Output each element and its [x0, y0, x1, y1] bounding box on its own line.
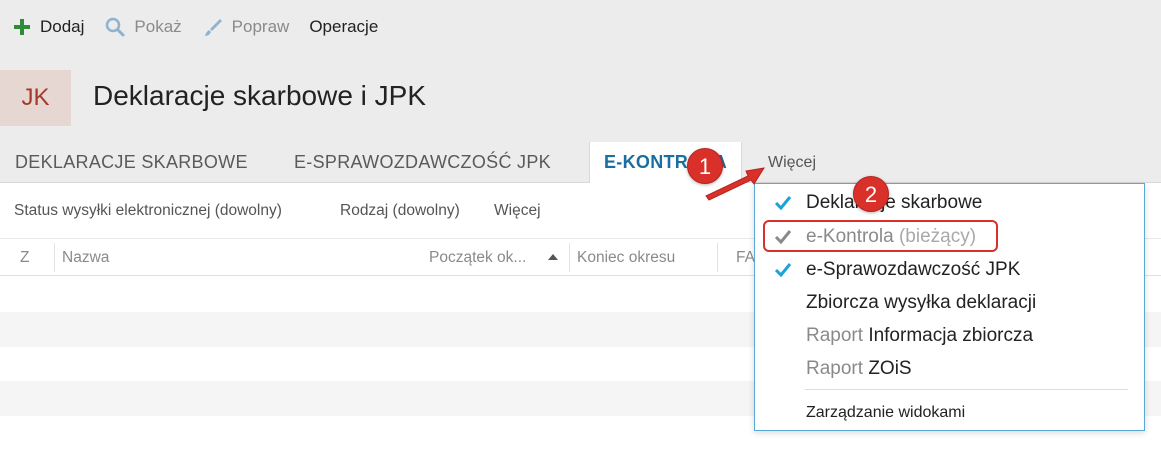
- edit-label: Popraw: [231, 17, 290, 36]
- filter-status[interactable]: Status wysyłki elektronicznej (dowolny): [14, 202, 282, 220]
- menu-item-raport-zois[interactable]: Raport ZOiS: [755, 352, 1144, 385]
- show-button[interactable]: Pokaż: [104, 16, 182, 38]
- filter-more[interactable]: Więcej: [494, 202, 541, 220]
- menu-item-prefix: Raport: [806, 325, 864, 346]
- show-label: Pokaż: [134, 17, 182, 36]
- column-z[interactable]: Z: [20, 239, 29, 276]
- column-divider[interactable]: [54, 243, 55, 272]
- operations-button[interactable]: Operacje: [309, 17, 378, 37]
- column-nazwa[interactable]: Nazwa: [62, 239, 109, 276]
- menu-item-label-wrap: Raport Informacja zbiorcza: [806, 319, 1033, 352]
- menu-item-prefix: Raport: [806, 358, 864, 379]
- operations-label: Operacje: [309, 17, 379, 36]
- menu-item-raport-informacja-zbiorcza[interactable]: Raport Informacja zbiorcza: [755, 319, 1144, 352]
- filter-kind[interactable]: Rodzaj (dowolny): [340, 202, 460, 220]
- module-badge: JK: [0, 70, 71, 126]
- menu-item-label: Deklaracje skarbowe: [806, 192, 983, 213]
- column-koniec-okresu[interactable]: Koniec okresu: [577, 239, 675, 276]
- brush-icon: [202, 16, 224, 38]
- step-marker-1: 1: [687, 148, 723, 184]
- page-title: Deklaracje skarbowe i JPK: [93, 80, 427, 111]
- menu-item-label: Zbiorcza wysyłka deklaracji: [806, 292, 1037, 313]
- search-icon: [104, 16, 126, 38]
- column-poczatek-okresu[interactable]: Początek ok...: [429, 239, 526, 276]
- add-label: Dodaj: [40, 17, 85, 36]
- page-header: JK Deklaracje skarbowe i JPK: [0, 54, 1161, 142]
- tab-e-sprawozdawczosc-jpk[interactable]: E-SPRAWOZDAWCZOŚĆ JPK: [294, 142, 551, 183]
- menu-item-label: ZOiS: [868, 358, 912, 379]
- tab-deklaracje-skarbowe[interactable]: DEKLARACJE SKARBOWE: [15, 142, 248, 183]
- menu-item-e-sprawozdawczosc-jpk[interactable]: e-Sprawozdawczość JPK: [755, 253, 1144, 286]
- menu-item-label: Zarządzanie widokami: [806, 404, 966, 421]
- menu-item-manage-views[interactable]: Zarządzanie widokami: [755, 396, 1144, 429]
- menu-item-label: Informacja zbiorcza: [868, 325, 1034, 346]
- menu-item-deklaracje-skarbowe[interactable]: Deklaracje skarbowe: [755, 186, 1144, 219]
- toolbar: Dodaj Pokaż Popraw Operacje: [0, 0, 1161, 54]
- plus-icon: [12, 17, 32, 37]
- sort-asc-icon: [547, 239, 559, 276]
- highlight-box: [763, 220, 998, 252]
- add-button[interactable]: Dodaj: [12, 17, 84, 37]
- column-divider[interactable]: [717, 243, 718, 272]
- menu-item-zbiorcza-wysylka[interactable]: Zbiorcza wysyłka deklaracji: [755, 286, 1144, 319]
- edit-button[interactable]: Popraw: [202, 16, 290, 38]
- column-divider[interactable]: [569, 243, 570, 272]
- menu-item-label: e-Sprawozdawczość JPK: [806, 259, 1021, 280]
- tab-more[interactable]: Więcej: [768, 142, 816, 183]
- step-marker-2: 2: [853, 176, 889, 212]
- column-fa[interactable]: FA: [736, 239, 755, 276]
- menu-item-label-wrap: Raport ZOiS: [806, 352, 912, 385]
- tab-bar: DEKLARACJE SKARBOWE E-SPRAWOZDAWCZOŚĆ JP…: [0, 142, 1161, 184]
- menu-divider: [805, 389, 1128, 390]
